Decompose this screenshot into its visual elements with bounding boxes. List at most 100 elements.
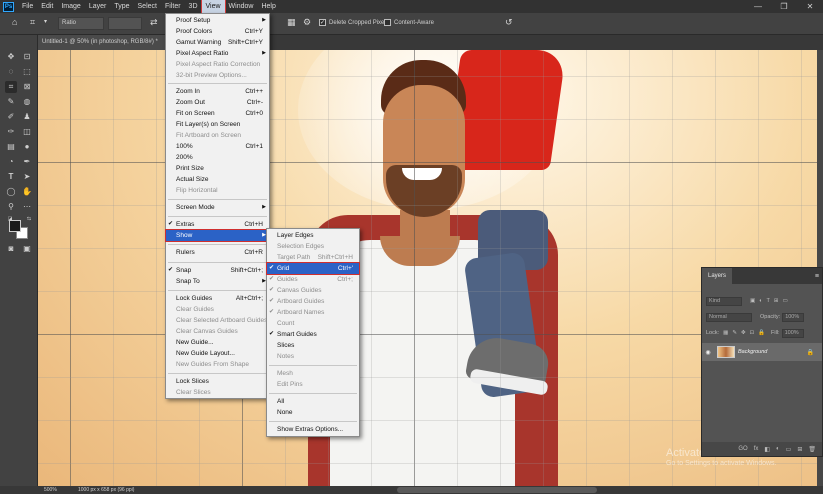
menu-view[interactable]: View <box>200 0 226 14</box>
view-item-lock-guides[interactable]: Lock Guides Alt+Ctrl+; <box>166 293 269 304</box>
menu-3d[interactable]: 3D <box>185 0 202 13</box>
new-layer-icon[interactable]: ⊞ <box>797 446 802 453</box>
zoom-level[interactable]: 500% <box>44 486 57 494</box>
menu-select[interactable]: Select <box>134 0 161 13</box>
view-item-extras[interactable]: ✔ Extras Ctrl+H <box>166 219 269 230</box>
show-item-layer-edges[interactable]: Layer Edges <box>267 230 359 241</box>
blur-tool-icon[interactable]: ● <box>21 141 33 153</box>
type-tool-icon[interactable]: T <box>5 171 17 183</box>
show-item-smart-guides[interactable]: ✔ Smart Guides <box>267 329 359 340</box>
menu-help[interactable]: Help <box>257 0 279 13</box>
lasso-tool-icon[interactable]: ◌ <box>5 66 17 78</box>
link-layers-icon[interactable]: GO <box>738 446 747 452</box>
hand-tool-icon[interactable]: ✋ <box>21 186 33 198</box>
menu-filter[interactable]: Filter <box>161 0 185 13</box>
eye-icon[interactable]: ◉ <box>702 349 714 356</box>
quick-mask-icon[interactable]: ◙ <box>5 243 17 255</box>
show-item-show-extras-options[interactable]: Show Extras Options... <box>267 424 359 435</box>
layer-row-background[interactable]: ◉ Background 🔒 <box>702 343 822 361</box>
frame-tool-icon[interactable]: ⊠ <box>21 81 33 93</box>
menu-file[interactable]: File <box>18 0 37 13</box>
chevron-down-icon[interactable]: ▾ <box>44 18 47 25</box>
eyedropper-tool-icon[interactable]: ✎ <box>5 96 17 108</box>
zoom-tool-icon[interactable]: ⚲ <box>5 201 17 213</box>
view-item-proof-setup[interactable]: Proof Setup ▶ <box>166 15 269 26</box>
fx-icon[interactable]: fx <box>754 446 759 452</box>
view-item-zoom-out[interactable]: Zoom Out Ctrl+- <box>166 97 269 108</box>
view-item-gamut-warning[interactable]: Gamut Warning Shift+Ctrl+Y <box>166 37 269 48</box>
fill-input[interactable]: 100% <box>781 328 804 338</box>
menu-type[interactable]: Type <box>110 0 133 13</box>
view-item-rulers[interactable]: Rulers Ctrl+R <box>166 247 269 258</box>
eraser-tool-icon[interactable]: ◫ <box>21 126 33 138</box>
mask-icon[interactable]: ◧ <box>764 446 770 453</box>
shape-tool-icon[interactable]: ◯ <box>5 186 17 198</box>
ratio-width-input[interactable] <box>108 17 142 30</box>
view-item-snap-to[interactable]: Snap To ▶ <box>166 276 269 287</box>
swap-colors-icon[interactable]: ⇆ <box>23 213 35 225</box>
menu-image[interactable]: Image <box>57 0 84 13</box>
view-item-pixel-aspect-ratio[interactable]: Pixel Aspect Ratio ▶ <box>166 48 269 59</box>
dodge-tool-icon[interactable]: ◔ <box>5 156 17 168</box>
show-item-grid[interactable]: ✔ Grid Ctrl+' <box>266 262 360 275</box>
show-item-all[interactable]: All <box>267 396 359 407</box>
brush-tool-icon[interactable]: ✐ <box>5 111 17 123</box>
view-item-200[interactable]: 200% <box>166 152 269 163</box>
crop-tool-active-icon[interactable]: ⌗ <box>5 81 17 93</box>
view-item-snap[interactable]: ✔ Snap Shift+Ctrl+; <box>166 265 269 276</box>
gradient-tool-icon[interactable]: ▤ <box>5 141 17 153</box>
crop-tool-icon[interactable]: ⌗ <box>30 17 35 28</box>
grid-overlay-icon[interactable]: ▦ <box>287 17 296 28</box>
stamp-tool-icon[interactable]: ♟ <box>21 111 33 123</box>
heal-tool-icon[interactable]: ◍ <box>21 96 33 108</box>
horizontal-scrollbar[interactable] <box>397 487 597 493</box>
more-tools-icon[interactable]: ⋯ <box>21 201 33 213</box>
home-icon[interactable]: ⌂ <box>12 17 17 27</box>
foreground-color-swatch[interactable] <box>9 220 21 232</box>
view-item-zoom-in[interactable]: Zoom In Ctrl++ <box>166 86 269 97</box>
show-item-none[interactable]: None <box>267 407 359 418</box>
opacity-input[interactable]: 100% <box>782 312 805 322</box>
reset-icon[interactable]: ↺ <box>505 17 513 28</box>
view-item-screen-mode[interactable]: Screen Mode ▶ <box>166 202 269 213</box>
close-window-icon[interactable]: ✕ <box>797 2 823 11</box>
kind-filter-select[interactable]: Kind <box>706 296 742 306</box>
blend-mode-select[interactable]: Normal <box>706 312 752 322</box>
pen-tool-icon[interactable]: ✒ <box>21 156 33 168</box>
view-item-new-guide-layout[interactable]: New Guide Layout... <box>166 348 269 359</box>
view-item-new-guide[interactable]: New Guide... <box>166 337 269 348</box>
swap-icon[interactable]: ⇄ <box>150 17 158 28</box>
restore-icon[interactable]: ❐ <box>771 2 797 11</box>
filter-icons[interactable]: ▣◐T⊞▭ <box>750 298 792 304</box>
tab-layers[interactable]: Layers <box>702 268 733 284</box>
menu-edit[interactable]: Edit <box>37 0 57 13</box>
view-item-print-size[interactable]: Print Size <box>166 163 269 174</box>
minimize-icon[interactable]: — <box>745 2 771 11</box>
path-select-icon[interactable]: ➤ <box>21 171 33 183</box>
group-icon[interactable]: ▭ <box>786 446 792 453</box>
show-item-slices[interactable]: Slices <box>267 340 359 351</box>
artboard-tool-icon[interactable]: ⊡ <box>21 51 33 63</box>
gear-icon[interactable]: ⚙ <box>303 17 311 28</box>
menu-layer[interactable]: Layer <box>85 0 111 13</box>
trash-icon[interactable]: 🗑 <box>808 446 816 453</box>
lock-icons[interactable]: ▦✎✥⊡🔒 <box>723 330 769 336</box>
history-brush-icon[interactable]: ✑ <box>5 126 17 138</box>
view-item-100[interactable]: 100% Ctrl+1 <box>166 141 269 152</box>
document-tab[interactable]: Untitled-1 @ 50% (in photoshop, RGB/8#) … <box>38 35 166 50</box>
move-tool-icon[interactable]: ✥ <box>5 51 17 63</box>
delete-cropped-checkbox[interactable]: ✓ Delete Cropped Pixels <box>319 19 389 26</box>
marquee-tool-icon[interactable]: ⬚ <box>21 66 33 78</box>
view-item-actual-size[interactable]: Actual Size <box>166 174 269 185</box>
document-size[interactable]: 1000 px x 658 px (96 ppi) <box>78 486 134 494</box>
view-item-lock-slices[interactable]: Lock Slices <box>166 376 269 387</box>
view-item-fit-on-screen[interactable]: Fit on Screen Ctrl+0 <box>166 108 269 119</box>
panel-menu-icon[interactable]: ≡ <box>815 273 819 280</box>
screen-mode-icon[interactable]: ▣ <box>21 243 33 255</box>
view-item-fit-layer-s-on-screen[interactable]: Fit Layer(s) on Screen <box>166 119 269 130</box>
adjustment-icon[interactable]: ◐ <box>776 446 780 452</box>
menu-window[interactable]: Window <box>225 0 258 13</box>
content-aware-checkbox[interactable]: Content-Aware <box>384 19 434 26</box>
ratio-select[interactable]: Ratio <box>58 17 104 30</box>
view-item-show[interactable]: Show ▶ <box>165 229 270 242</box>
